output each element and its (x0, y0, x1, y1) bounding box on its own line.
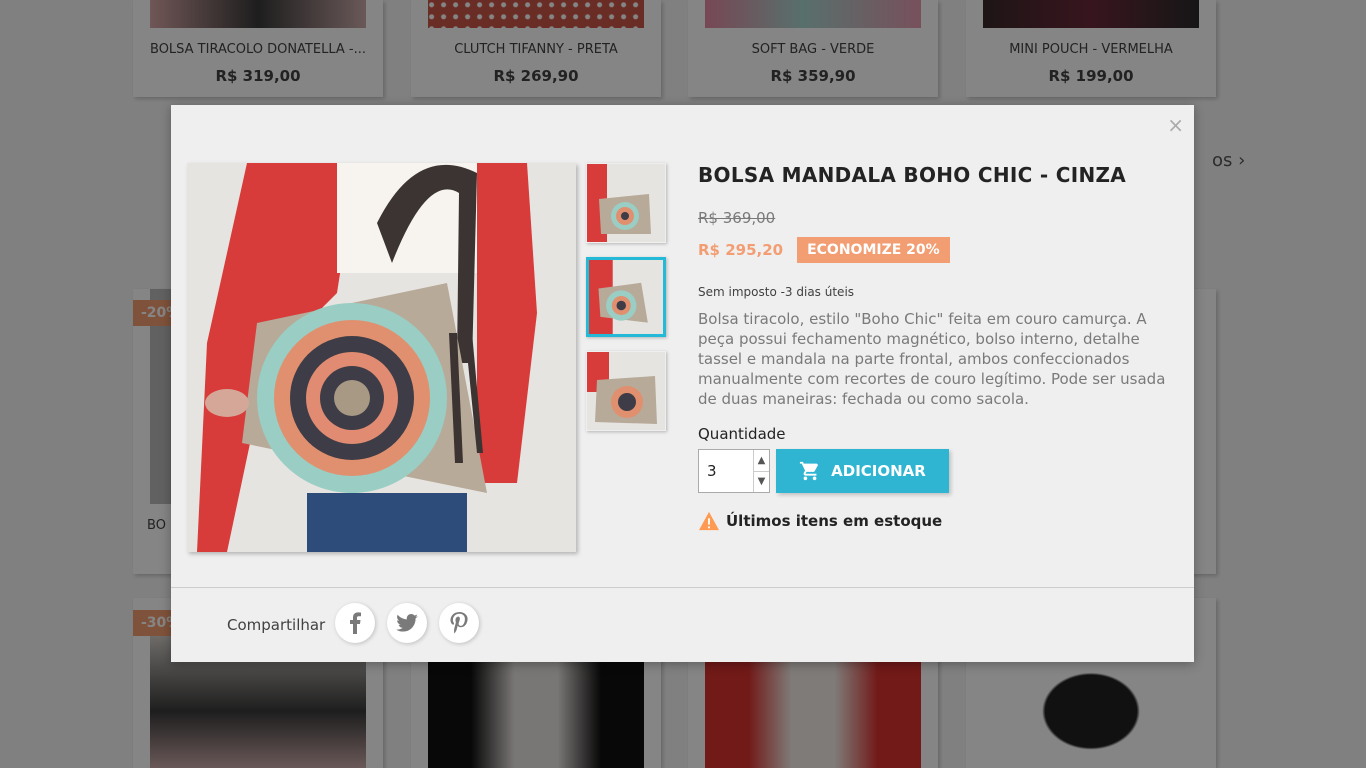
discount-badge: ECONOMIZE 20% (797, 237, 950, 263)
current-price: R$ 295,20 (698, 241, 784, 259)
tax-delivery-info: Sem imposto -3 dias úteis (698, 285, 855, 299)
thumbnail-2-selected[interactable] (586, 257, 666, 337)
close-button[interactable]: × (1167, 115, 1184, 135)
warning-icon (699, 511, 719, 531)
add-button-label: ADICIONAR (831, 462, 926, 480)
stock-notice-text: Últimos itens em estoque (726, 512, 943, 530)
product-main-image[interactable] (187, 163, 576, 552)
facebook-share-button[interactable] (335, 603, 375, 643)
add-to-cart-button[interactable]: ADICIONAR (776, 449, 949, 493)
increment-icon[interactable]: ▲ (754, 450, 769, 472)
pinterest-icon (450, 612, 468, 634)
product-description: Bolsa tiracolo, estilo "Boho Chic" feita… (698, 310, 1166, 408)
decrement-icon[interactable]: ▼ (754, 472, 769, 493)
add-to-cart-row: ▲ ▼ ADICIONAR (698, 449, 1178, 493)
quantity-label: Quantidade (698, 425, 786, 443)
product-title: BOLSA MANDALA BOHO CHIC - CINZA (698, 163, 1127, 187)
facebook-icon (350, 612, 361, 634)
thumbnail-1[interactable] (586, 163, 666, 243)
cart-icon (800, 461, 819, 481)
quantity-spinner: ▲ ▼ (753, 450, 769, 492)
product-info: BOLSA MANDALA BOHO CHIC - CINZA R$ 369,0… (698, 163, 1178, 531)
bag-photo (187, 163, 576, 552)
quantity-input[interactable] (699, 450, 753, 492)
old-price: R$ 369,00 (698, 209, 776, 227)
quantity-stepper: ▲ ▼ (698, 449, 770, 493)
quick-view-modal: × BOLSA MANDALA BOHO CHIC - CINZA R$ 369… (171, 105, 1194, 662)
price-row: R$ 295,20 ECONOMIZE 20% (698, 237, 1178, 263)
thumbnail-list (586, 163, 666, 445)
share-label: Compartilhar (227, 616, 326, 634)
twitter-icon (396, 614, 418, 632)
stock-notice: Últimos itens em estoque (698, 511, 1178, 531)
twitter-share-button[interactable] (387, 603, 427, 643)
thumbnail-3[interactable] (586, 351, 666, 431)
pinterest-share-button[interactable] (439, 603, 479, 643)
modal-footer: Compartilhar (171, 587, 1194, 663)
